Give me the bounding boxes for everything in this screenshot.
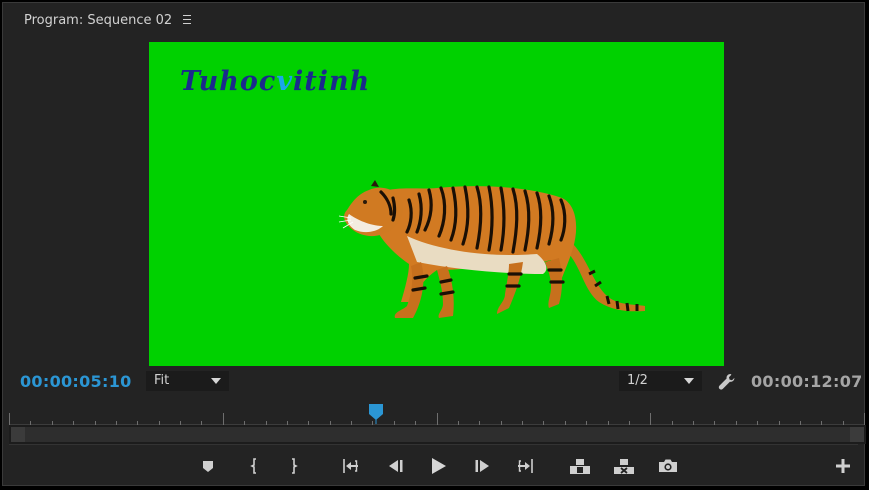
step-back-icon [389, 460, 403, 472]
controls-divider [9, 444, 858, 445]
chevron-down-icon [211, 378, 221, 384]
zoom-level-select[interactable]: Fit [146, 371, 229, 391]
ruler-tick [864, 413, 865, 425]
wrench-icon[interactable] [717, 372, 737, 392]
step-back-button[interactable] [385, 455, 407, 477]
add-marker-button[interactable] [197, 455, 219, 477]
mark-out-button[interactable] [283, 455, 305, 477]
scrollbar-thumb[interactable] [11, 427, 864, 442]
mark-in-icon [250, 458, 256, 474]
marker-icon [203, 461, 213, 472]
lift-icon [570, 459, 590, 474]
ruler-tick [650, 413, 651, 425]
extract-button[interactable] [613, 455, 635, 477]
duration-timecode: 00:00:12:07 [751, 372, 863, 391]
panel-tab[interactable]: Program: Sequence 02 [3, 3, 213, 39]
playback-resolution-select[interactable]: 1/2 [619, 371, 702, 391]
play-button[interactable] [427, 455, 449, 477]
mark-in-button[interactable] [243, 455, 265, 477]
mark-out-icon [292, 458, 298, 474]
playhead-handle[interactable] [369, 404, 383, 424]
zoom-scrollbar[interactable] [9, 425, 866, 444]
go-to-out-icon [518, 459, 533, 473]
watermark-logo: Tuhocvitinh [180, 66, 371, 97]
chevron-down-icon [684, 378, 694, 384]
go-to-in-button[interactable] [339, 455, 361, 477]
time-ruler[interactable] [9, 408, 865, 425]
play-icon [432, 458, 446, 474]
current-timecode[interactable]: 00:00:05:10 [20, 372, 132, 391]
tiger-image [338, 180, 645, 318]
export-frame-button[interactable] [657, 455, 679, 477]
ruler-tick [437, 413, 438, 425]
button-editor-button[interactable] [832, 455, 854, 477]
ruler-tick [9, 413, 10, 425]
step-forward-icon [475, 460, 489, 472]
program-viewer[interactable]: Tuhocvitinh [149, 42, 724, 366]
extract-icon [614, 459, 634, 474]
go-to-out-button[interactable] [515, 455, 537, 477]
ruler-tick [223, 413, 224, 425]
playback-resolution-value: 1/2 [627, 373, 648, 388]
camera-icon [659, 459, 677, 472]
go-to-in-icon [343, 459, 358, 473]
zoom-level-value: Fit [154, 373, 170, 388]
panel-title: Program: Sequence 02 [24, 13, 173, 28]
step-forward-button[interactable] [471, 455, 493, 477]
hamburger-menu-icon[interactable] [183, 15, 191, 24]
lift-button[interactable] [569, 455, 591, 477]
plus-icon [836, 459, 850, 473]
program-monitor-panel: Program: Sequence 02 Tuhocvitinh 00:00:0… [2, 2, 866, 486]
